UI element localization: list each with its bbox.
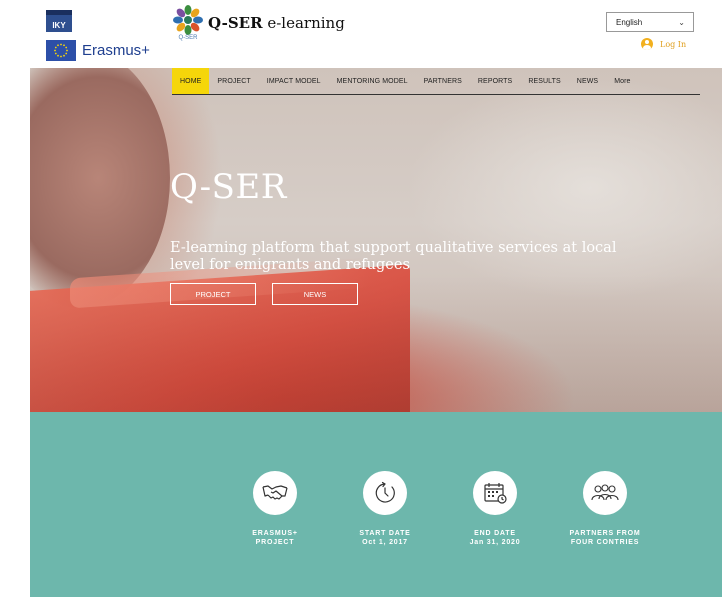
nav-results[interactable]: RESULTS [520, 68, 568, 94]
language-selected: English [616, 17, 643, 27]
stat-start-date: START DATE Oct 1, 2017 [340, 471, 430, 547]
stat-circle [473, 471, 517, 515]
main-nav: HOME PROJECT IMPACT MODEL MENTORING MODE… [172, 68, 700, 95]
erasmus-logo[interactable]: Erasmus+ [46, 40, 150, 61]
hero-subtitle: E-learning platform that support qualita… [170, 240, 617, 273]
stat-label-line1: ERASMUS+ [252, 530, 298, 537]
nav-impact-model[interactable]: IMPACT MODEL [259, 68, 329, 94]
stats-section: ERASMUS+ PROJECT START DATE Oct 1, 2017 [30, 412, 722, 597]
stat-label-line2: PROJECT [255, 539, 295, 546]
erasmus-logo-text: Erasmus+ [82, 42, 150, 59]
hero-title: Q-SER [170, 167, 287, 207]
login-label: Log In [660, 39, 687, 49]
eu-flag-icon [46, 40, 76, 61]
qser-logo-icon: Q-SER [172, 4, 204, 44]
user-icon [641, 38, 653, 50]
chevron-down-icon: ⌄ [678, 17, 685, 27]
stat-partners: PARTNERS FROM FOUR CONTRIES [560, 471, 650, 547]
site-title-rest: e-learning [262, 14, 345, 32]
stat-circle [583, 471, 627, 515]
clock-icon [375, 481, 395, 503]
nav-mentoring-model[interactable]: MENTORING MODEL [329, 68, 416, 94]
stat-circle [253, 471, 297, 515]
stat-circle [363, 471, 407, 515]
language-select[interactable]: English ⌄ [606, 12, 694, 32]
iky-logo-text: IKY [52, 21, 66, 30]
calendar-icon [484, 483, 507, 504]
logo-caption: Q-SER [178, 35, 198, 41]
nav-news[interactable]: NEWS [569, 68, 606, 94]
handshake-icon [262, 485, 288, 500]
login-link[interactable]: Log In [641, 38, 686, 50]
site-title: Q-SER e-learning [208, 14, 345, 32]
project-button[interactable]: PROJECT [170, 283, 256, 305]
nav-project[interactable]: PROJECT [209, 68, 258, 94]
stat-label-line2: Oct 1, 2017 [362, 539, 408, 546]
people-icon [591, 484, 619, 501]
site-title-bold: Q-SER [208, 14, 263, 32]
stat-label-line2: Jan 31, 2020 [469, 539, 521, 546]
stat-label-line1: START DATE [359, 530, 411, 537]
nav-partners[interactable]: PARTNERS [416, 68, 470, 94]
site-brand[interactable]: Q-SER Q-SER e-learning [172, 4, 345, 44]
stat-end-date: END DATE Jan 31, 2020 [450, 471, 540, 547]
stat-erasmus-project: ERASMUS+ PROJECT [230, 471, 320, 547]
stat-label-line1: END DATE [474, 530, 516, 537]
stat-label-line1: PARTNERS FROM [569, 530, 641, 537]
nav-reports[interactable]: REPORTS [470, 68, 520, 94]
stat-label-line2: FOUR CONTRIES [570, 539, 640, 546]
nav-more[interactable]: More [606, 68, 638, 94]
stat-label: START DATE Oct 1, 2017 [340, 529, 430, 547]
stat-label: PARTNERS FROM FOUR CONTRIES [560, 529, 650, 547]
news-button[interactable]: NEWS [272, 283, 358, 305]
stat-label: ERASMUS+ PROJECT [230, 529, 320, 547]
stat-label: END DATE Jan 31, 2020 [450, 529, 540, 547]
iky-logo[interactable]: IKY [46, 10, 72, 32]
nav-home[interactable]: HOME [172, 68, 210, 94]
